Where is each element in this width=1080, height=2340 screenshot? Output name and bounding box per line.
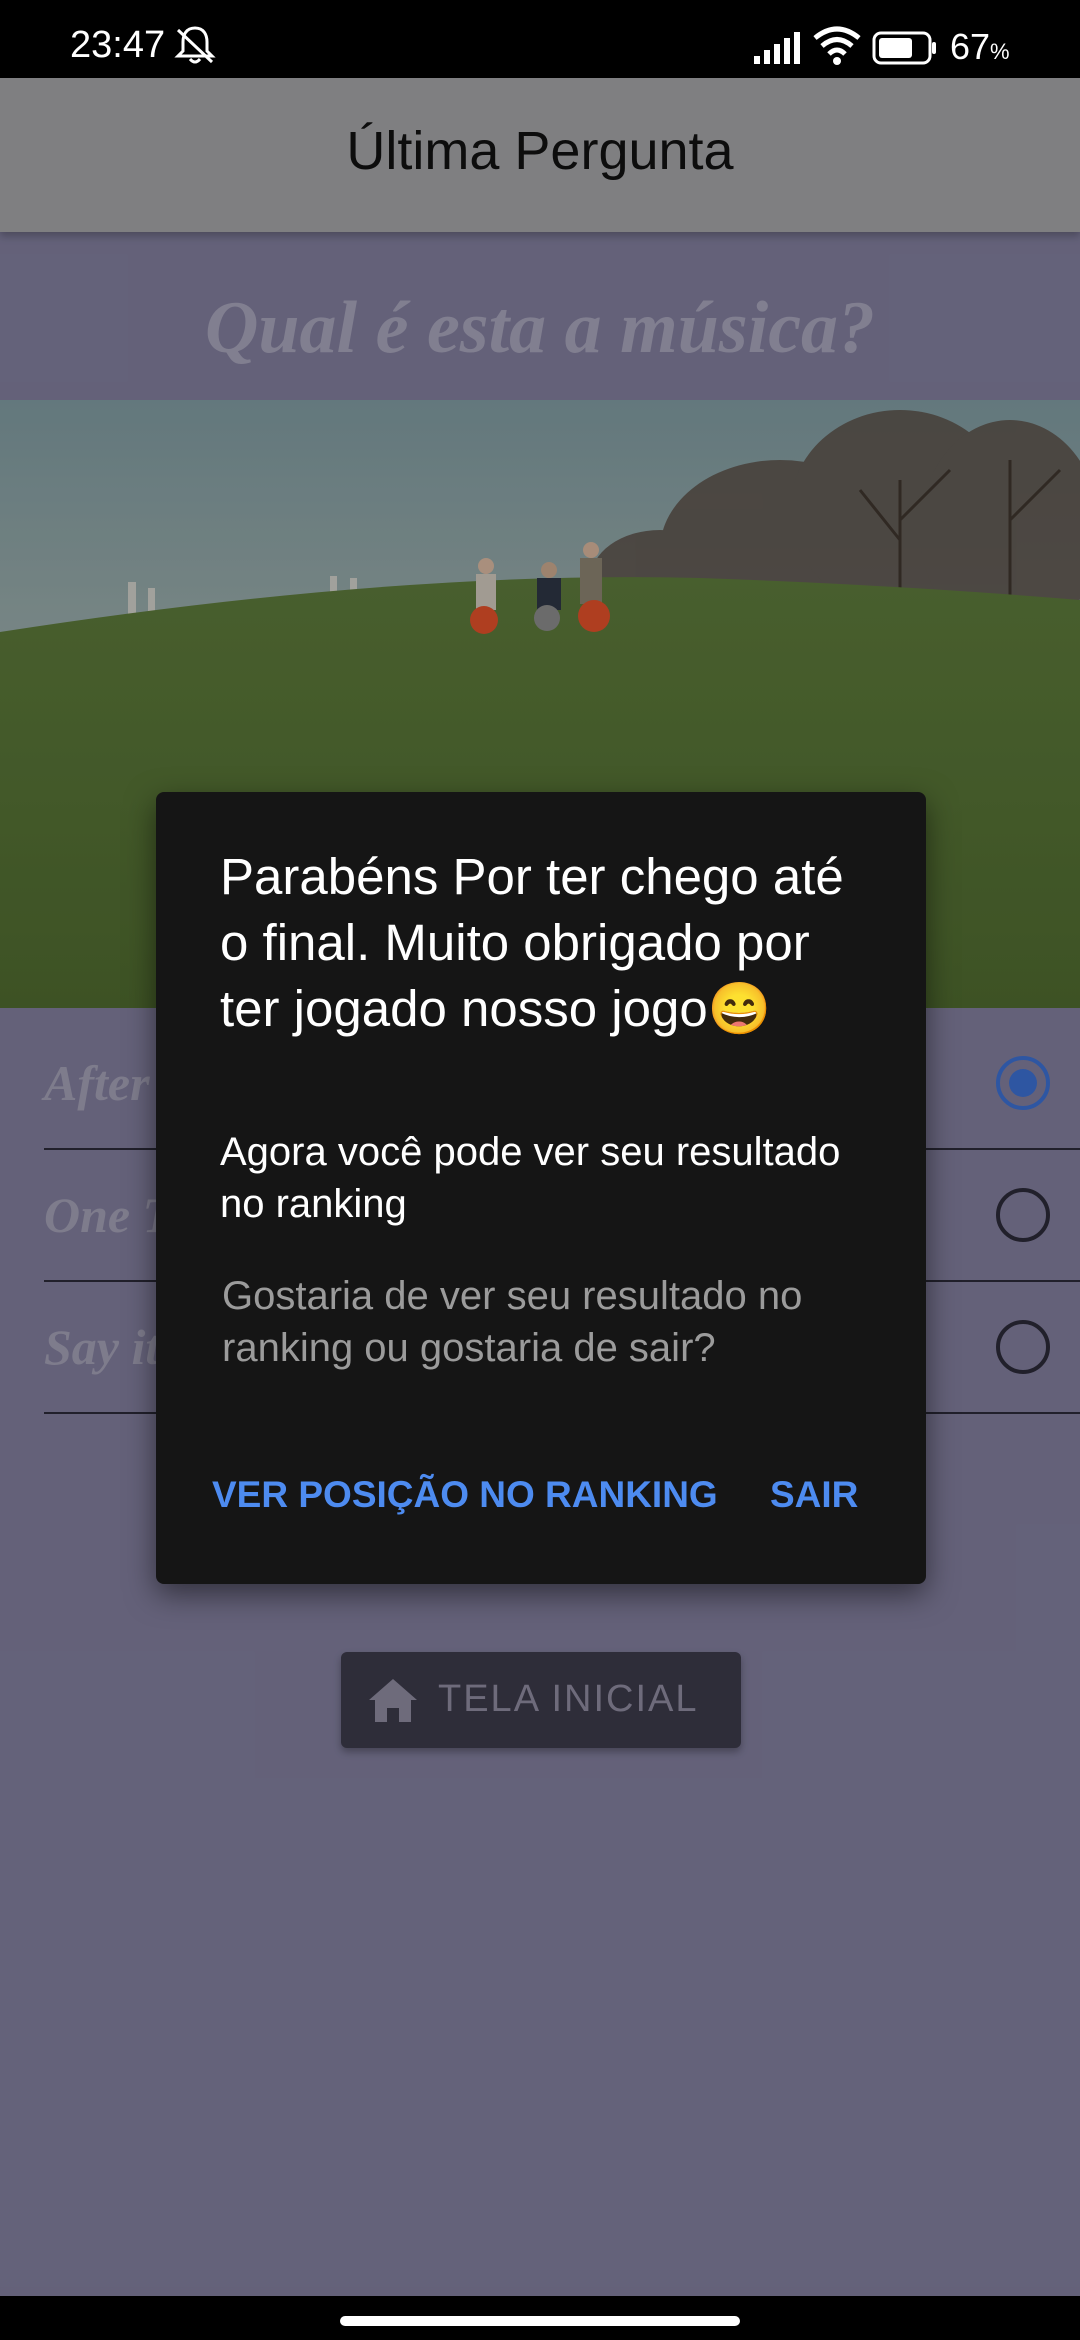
exit-button[interactable]: SAIR [770, 1474, 858, 1516]
wifi-icon [813, 26, 861, 65]
status-bar: 23:47 67% [0, 0, 1080, 78]
signal-icon [754, 32, 800, 64]
home-gesture-handle[interactable] [340, 2316, 740, 2326]
battery-icon [872, 31, 936, 65]
end-game-dialog: Parabéns Por ter chego até o final. Muit… [156, 792, 926, 1584]
dialog-title: Parabéns Por ter chego até o final. Muit… [220, 848, 844, 1037]
battery-percent: 67% [950, 26, 1010, 67]
status-time: 23:47 [70, 24, 166, 66]
dialog-subtitle: Agora você pode ver seu resultado no ran… [220, 1130, 841, 1226]
dialog-message: Gostaria de ver seu resultado no ranking… [222, 1274, 803, 1370]
navigation-bar [0, 2296, 1080, 2340]
notifications-muted-icon [174, 26, 216, 64]
view-ranking-button[interactable]: VER POSIÇÃO NO RANKING [212, 1474, 718, 1516]
